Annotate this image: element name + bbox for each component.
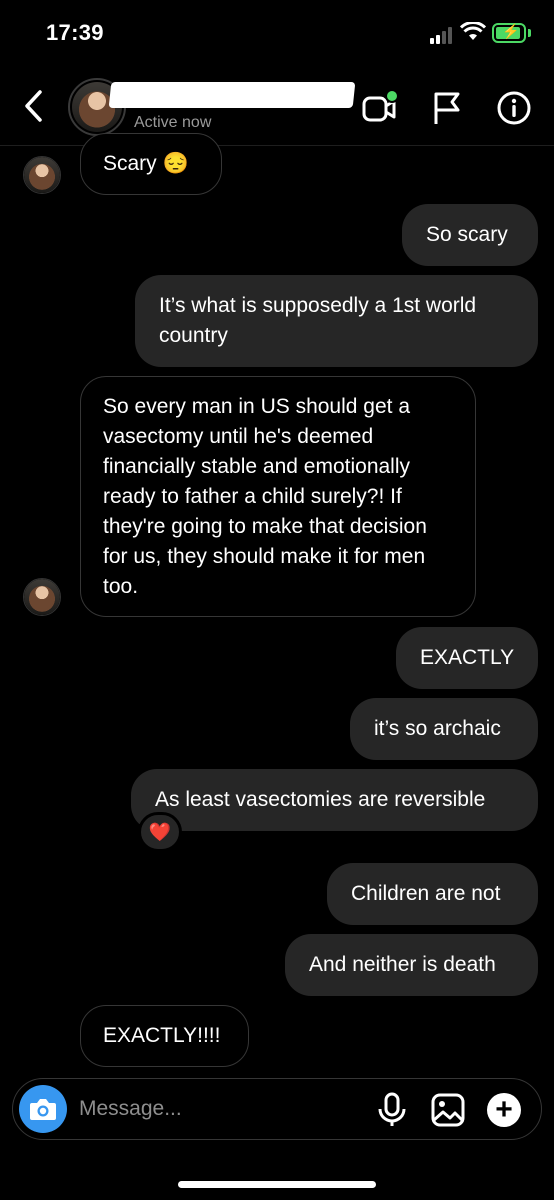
status-time: 17:39 xyxy=(46,20,104,45)
sender-avatar[interactable] xyxy=(23,156,61,194)
cellular-signal-icon xyxy=(430,26,456,44)
message-bubble-outgoing[interactable]: It’s what is supposedly a 1st world coun… xyxy=(135,275,538,367)
active-status: Active now xyxy=(134,114,212,131)
home-indicator[interactable] xyxy=(178,1181,376,1188)
message-bubble-outgoing[interactable]: And neither is death xyxy=(285,934,538,996)
message-composer: + xyxy=(12,1078,542,1140)
charging-bolt-icon: ⚡ xyxy=(502,23,520,39)
info-icon[interactable] xyxy=(496,90,532,126)
battery-cap xyxy=(528,29,531,37)
sender-avatar[interactable] xyxy=(23,578,61,616)
redacted-contact-name xyxy=(108,82,356,108)
plus-icon[interactable]: + xyxy=(487,1093,521,1127)
message-input[interactable] xyxy=(79,1095,349,1123)
message-bubble-outgoing[interactable]: EXACTLY xyxy=(396,627,538,689)
flag-icon[interactable] xyxy=(430,90,464,126)
message-bubble-outgoing[interactable]: Children are not xyxy=(327,863,538,925)
camera-icon[interactable] xyxy=(19,1085,67,1133)
message-bubble-incoming[interactable]: So every man in US should get a vasectom… xyxy=(80,376,476,617)
message-bubble-outgoing[interactable]: it’s so archaic xyxy=(350,698,538,760)
status-bar: 17:39 ⚡ xyxy=(0,0,554,70)
message-bubble-incoming[interactable]: EXACTLY!!!! xyxy=(80,1005,249,1067)
message-bubble-incoming[interactable]: Scary 😔 xyxy=(80,133,222,195)
video-call-icon[interactable] xyxy=(360,90,400,126)
gallery-icon[interactable] xyxy=(431,1093,465,1127)
message-bubble-outgoing[interactable]: As least vasectomies are reversible xyxy=(131,769,538,831)
wifi-icon xyxy=(460,22,486,40)
chevron-left-icon[interactable] xyxy=(18,86,52,126)
microphone-icon[interactable] xyxy=(377,1092,407,1128)
message-bubble-outgoing[interactable]: So scary xyxy=(402,204,538,266)
chat-header: Active now xyxy=(0,70,554,146)
heart-reaction-icon[interactable]: ❤️ xyxy=(138,812,182,852)
